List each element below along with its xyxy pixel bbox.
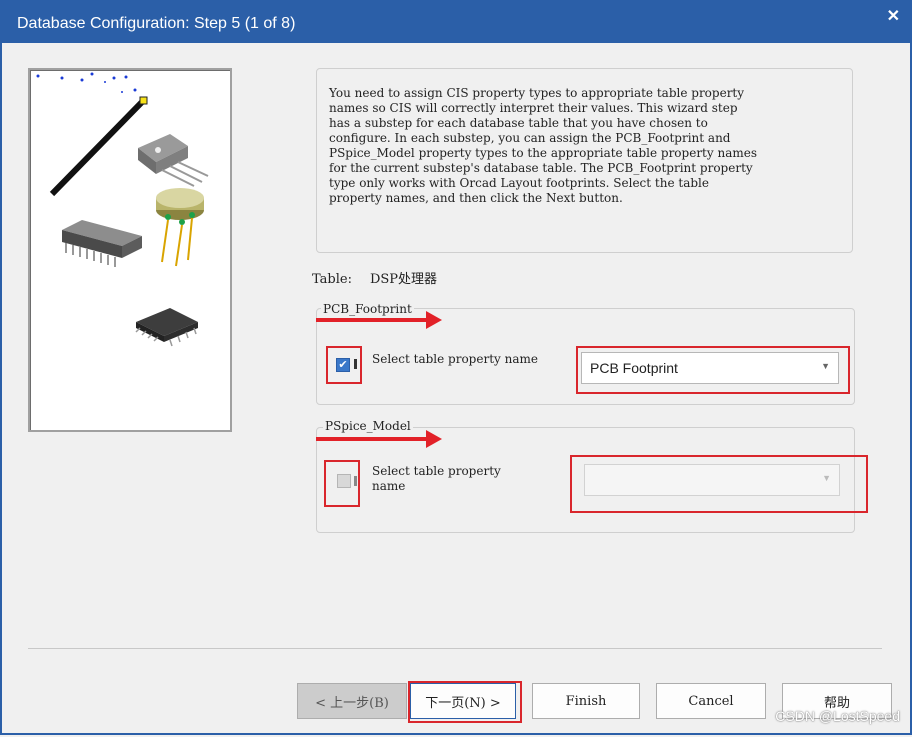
- next-button[interactable]: 下一页(N) >: [410, 683, 516, 719]
- wizard-description: You need to assign CIS property types to…: [316, 68, 853, 253]
- pcb-footprint-prop-label: Select table property name: [372, 352, 538, 366]
- table-name: DSP处理器: [369, 272, 438, 287]
- finish-button[interactable]: Finish: [532, 683, 640, 719]
- pcb-footprint-group-title: PCB_Footprint: [321, 302, 414, 316]
- footer-separator: [28, 648, 882, 649]
- annotation-box: [326, 346, 362, 384]
- back-button[interactable]: < 上一步(B): [297, 683, 407, 719]
- pspice-model-group-title: PSpice_Model: [323, 419, 413, 433]
- window-title: Database Configuration: Step 5 (1 of 8): [17, 15, 296, 32]
- annotation-arrow: [316, 430, 442, 448]
- wizard-illustration: [28, 68, 232, 432]
- annotation-box: [570, 455, 868, 513]
- annotation-box: [324, 460, 360, 507]
- pspice-model-prop-label: Select table property name: [372, 464, 501, 493]
- annotation-arrow: [316, 311, 442, 329]
- watermark: CSDN @LostSpeed: [775, 708, 900, 724]
- title-bar: Database Configuration: Step 5 (1 of 8) …: [0, 0, 912, 43]
- table-label: Table: DSP处理器: [312, 268, 437, 287]
- close-icon[interactable]: ✕: [887, 6, 900, 26]
- components-illustration: [36, 72, 209, 347]
- cancel-button[interactable]: Cancel: [656, 683, 766, 719]
- table-label-caption: Table:: [312, 272, 352, 287]
- annotation-box: [576, 346, 850, 394]
